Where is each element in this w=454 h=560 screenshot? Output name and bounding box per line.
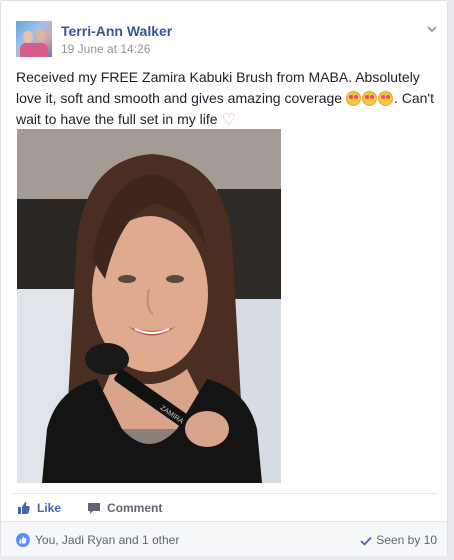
- avatar-face: [36, 29, 46, 41]
- likes-summary[interactable]: You, Jadi Ryan and 1 other: [16, 533, 179, 547]
- chevron-down-icon[interactable]: [426, 23, 440, 37]
- comment-bubble-icon: [88, 503, 100, 514]
- comment-button[interactable]: Comment: [87, 501, 162, 515]
- author-avatar[interactable]: [16, 21, 52, 57]
- seen-text: Seen by 10: [376, 533, 437, 547]
- checkmark-icon: [360, 536, 372, 546]
- heart-eyes-emoji-icon: [377, 91, 393, 106]
- post-footer: You, Jadi Ryan and 1 other Seen by 10: [1, 521, 447, 556]
- comment-label: Comment: [107, 501, 163, 515]
- avatar-face: [23, 31, 33, 43]
- post-photo[interactable]: ZAMIRA: [17, 129, 281, 483]
- seen-by[interactable]: Seen by 10: [360, 533, 437, 547]
- like-reaction-icon: [16, 533, 30, 547]
- post-timestamp[interactable]: 19 June at 14:26: [61, 42, 150, 56]
- likes-text: You, Jadi Ryan and 1 other: [35, 533, 180, 547]
- like-label: Like: [37, 501, 62, 515]
- post-card: Terri-Ann Walker 19 June at 14:26 Receiv…: [0, 0, 448, 556]
- like-button[interactable]: Like: [17, 501, 61, 515]
- heart-eyes-emoji-icon: [345, 91, 361, 106]
- action-bar: Like Comment: [13, 493, 437, 522]
- selfie-image: ZAMIRA: [17, 129, 281, 483]
- heart-emoji-icon: ♡: [221, 112, 236, 129]
- post-text: Received my FREE Zamira Kabuki Brush fro…: [16, 67, 436, 131]
- avatar-shirt: [20, 43, 48, 57]
- author-name-link[interactable]: Terri-Ann Walker: [61, 23, 172, 39]
- heart-eyes-emoji-icon: [361, 91, 377, 106]
- thumbs-up-icon: [18, 502, 30, 514]
